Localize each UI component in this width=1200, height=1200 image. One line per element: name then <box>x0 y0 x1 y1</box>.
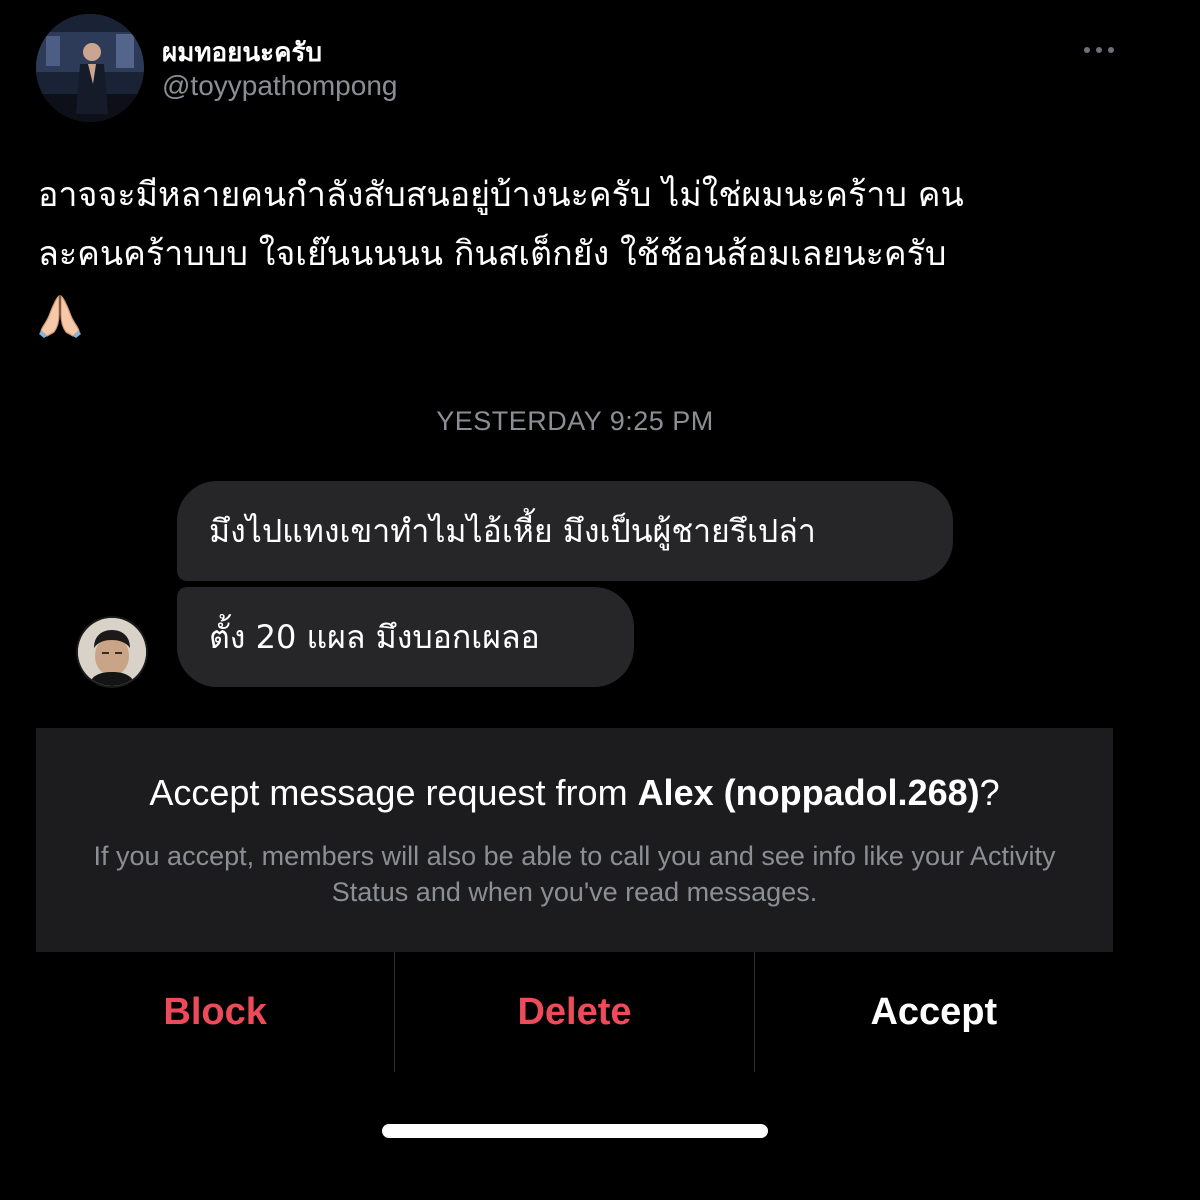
delete-button[interactable]: Delete <box>394 952 753 1072</box>
message-text: มึงไปแทงเขาทำไมไอ้เหี้ย มึงเป็นผู้ชายรึเ… <box>209 511 816 550</box>
request-sender-name: Alex (noppadol.268) <box>637 772 980 813</box>
request-title: Accept message request from Alex (noppad… <box>36 772 1113 814</box>
request-title-suffix: ? <box>979 772 1000 813</box>
tweet-handle[interactable]: @toyypathompong <box>162 70 397 102</box>
tweet-text-line: ละคนคร้าบบบ ใจเย๊นนนนน กินสเต็กยัง ใช้ช้… <box>38 234 947 274</box>
message-text: ตั้ง 20 แผล มึงบอกเผลอ <box>209 617 540 656</box>
message-request-panel: Accept message request from Alex (noppad… <box>36 728 1113 952</box>
accept-button[interactable]: Accept <box>753 952 1113 1072</box>
folded-hands-icon <box>39 294 81 338</box>
message-bubble[interactable]: มึงไปแทงเขาทำไมไอ้เหี้ย มึงเป็นผู้ชายรึเ… <box>177 481 953 581</box>
avatar-photo-icon <box>36 14 144 122</box>
sender-photo-icon <box>78 618 146 686</box>
request-description: If you accept, members will also be able… <box>93 841 1056 907</box>
tweet-body: อาจจะมีหลายคนกำลังสับสนอยู่บ้างนะครับ ไม… <box>38 166 1148 338</box>
tweet-text-line: อาจจะมีหลายคนกำลังสับสนอยู่บ้างนะครับ ไม… <box>38 175 964 215</box>
tweet-author-avatar[interactable] <box>36 14 144 122</box>
block-button[interactable]: Block <box>36 952 394 1072</box>
tweet-display-name[interactable]: ผมทอยนะครับ <box>162 32 322 73</box>
request-title-prefix: Accept message request from <box>149 772 638 813</box>
home-indicator[interactable] <box>382 1124 768 1138</box>
sender-avatar[interactable] <box>78 618 146 686</box>
message-timestamp: YESTERDAY 9:25 PM <box>436 406 714 436</box>
more-options-icon[interactable] <box>1084 40 1114 60</box>
message-bubble[interactable]: ตั้ง 20 แผล มึงบอกเผลอ <box>177 587 634 687</box>
request-actions: Block Delete Accept <box>36 952 1113 1072</box>
